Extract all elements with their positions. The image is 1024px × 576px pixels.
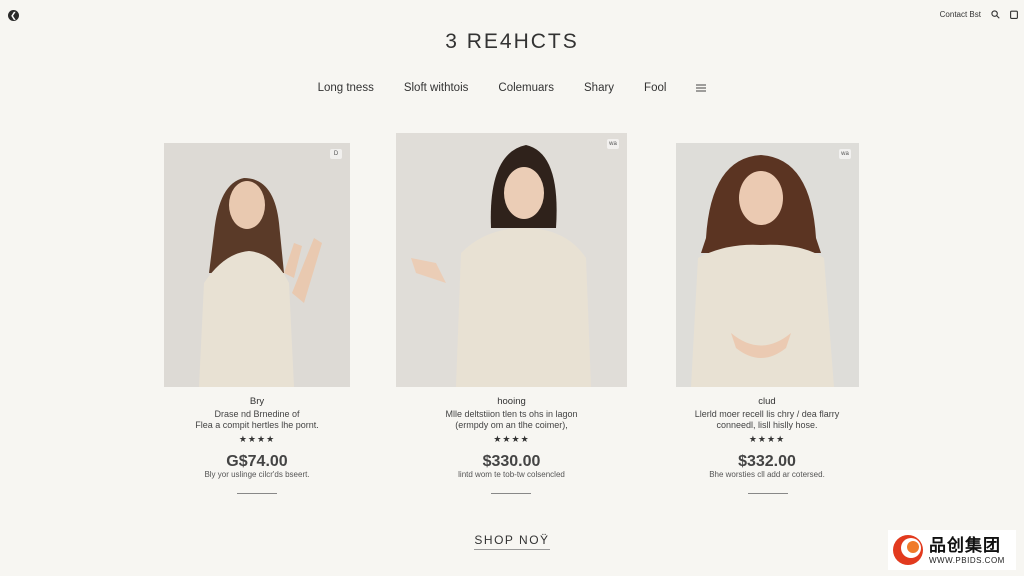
product-photo[interactable]: D xyxy=(164,143,350,387)
product-badge: wa xyxy=(607,139,619,149)
product-subtext: lintd wom te tob-tw colsencled xyxy=(458,470,565,479)
product-description-line-2: (ermpdy om an tlhe coimer), xyxy=(455,420,568,430)
product-price: G$74.00 xyxy=(226,453,288,470)
search-icon[interactable] xyxy=(991,10,1000,19)
nav-item-colemuars[interactable]: Colemuars xyxy=(498,82,554,94)
brand-logo-icon xyxy=(893,535,923,565)
watermark-brand: 品创集团 xyxy=(929,535,1001,555)
nav-item-sloft-withtois[interactable]: Sloft withtois xyxy=(404,82,469,94)
product-rating-stars: ★★★★ xyxy=(748,434,786,444)
product-price: $332.00 xyxy=(738,453,796,470)
bag-icon[interactable] xyxy=(1010,10,1018,19)
shop-now-button[interactable]: SHOP NOŸ xyxy=(0,533,1024,550)
product-photo[interactable]: wa xyxy=(396,133,627,387)
product-badge: D xyxy=(330,149,342,159)
product-rating-stars: ★★★★ xyxy=(238,434,276,444)
product-divider xyxy=(237,493,277,494)
top-right-toolbar: Contact Bst xyxy=(940,10,1018,19)
contact-link[interactable]: Contact Bst xyxy=(940,10,981,19)
product-description-line-2: Flea a compit hertles lhe pornt. xyxy=(195,420,319,430)
product-photo[interactable]: wa xyxy=(676,143,859,387)
product-description-line-1: Drase nd Brnedine of xyxy=(214,409,300,419)
category-nav: Long tness Sloft withtois Colemuars Shar… xyxy=(0,82,1024,94)
product-badge: wa xyxy=(839,149,851,159)
product-rating-stars: ★★★★ xyxy=(493,434,530,444)
nav-item-long-tness[interactable]: Long tness xyxy=(318,82,374,94)
nav-item-fool[interactable]: Fool xyxy=(644,82,666,94)
product-card[interactable]: D Bry Drase nd Brnedine of Flea a compit… xyxy=(144,143,370,503)
product-name: clud xyxy=(758,396,776,407)
product-description-line-2: conneedl, lisll hislly hose. xyxy=(716,420,818,430)
product-subtext: Bly yor uslinge cilcr'ds bseert. xyxy=(204,470,310,479)
menu-icon[interactable] xyxy=(696,84,707,92)
product-price: $330.00 xyxy=(482,453,541,470)
product-name: Bry xyxy=(249,396,265,407)
watermark-url: WWW.PBIDS.COM xyxy=(929,555,1005,565)
product-divider xyxy=(748,493,788,494)
product-name: hooing xyxy=(497,396,526,407)
back-icon[interactable]: ❮ xyxy=(8,10,19,21)
product-card[interactable]: wa clud Llerld moer recell lis chry / de… xyxy=(656,143,878,503)
watermark-text: 品创集团 WWW.PBIDS.COM xyxy=(929,536,1005,565)
model-photo-image xyxy=(676,143,859,387)
product-card[interactable]: wa hooing Mlle deltstiion tlen ts ohs in… xyxy=(396,133,627,503)
page-title: 3 RE4HCTS xyxy=(445,30,579,53)
product-subtext: Bhe worsties cll add ar cotersed. xyxy=(709,470,825,479)
product-divider xyxy=(491,493,531,494)
nav-item-shary[interactable]: Shary xyxy=(584,82,614,94)
shop-now-label: SHOP NOŸ xyxy=(474,533,550,550)
product-description-line-1: Mlle deltstiion tlen ts ohs in lagon xyxy=(445,409,578,419)
product-description-line-1: Llerld moer recell lis chry / dea flarry xyxy=(694,409,840,419)
model-photo-image xyxy=(396,133,627,387)
watermark-logo: 品创集团 WWW.PBIDS.COM xyxy=(888,530,1016,570)
model-photo-image xyxy=(164,143,350,387)
